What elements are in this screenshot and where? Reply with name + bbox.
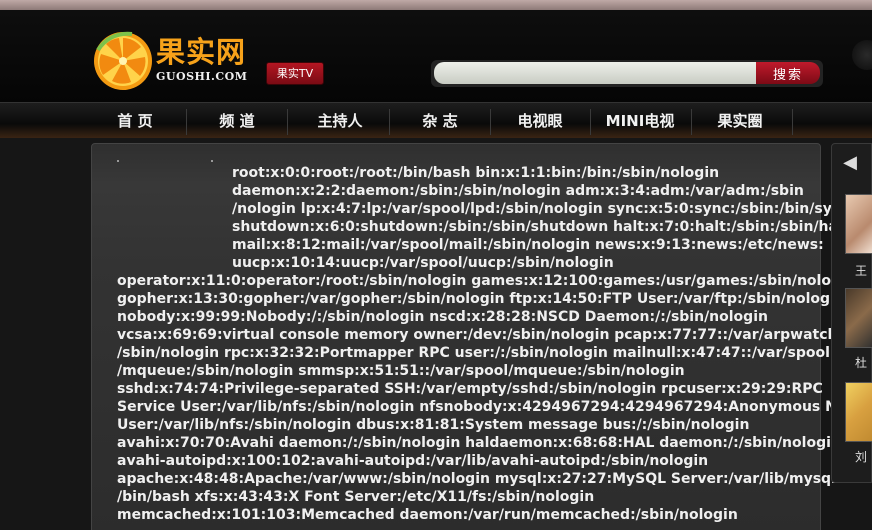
text-line: vcsa:x:69:69:virtual console memory owne… <box>117 327 844 343</box>
text-line: apache:x:48:48:Apache:/var/www:/sbin/nol… <box>117 471 842 487</box>
text-line: shutdown:x:6:0:shutdown:/sbin:/sbin/shut… <box>232 219 850 235</box>
nav-divider <box>389 109 390 135</box>
host-name-label[interactable]: 刘 <box>855 448 867 465</box>
chevron-left-icon[interactable]: ◀ <box>838 150 862 176</box>
main-nav: 首 页 频 道 主持人 杂 志 电视眼 MINI电视 果实圈 <box>0 102 872 138</box>
text-line: /nologin lp:x:4:7:lp:/var/spool/lpd:/sbi… <box>232 201 851 217</box>
search-button[interactable]: 搜索 <box>756 62 820 84</box>
page: 果实网 GUOSHI.COM 果实TV 搜索 首 页 频 道 主持人 杂 志 电… <box>0 0 872 530</box>
text-line: root:x:0:0:root:/root:/bin/bash bin:x:1:… <box>232 165 720 181</box>
nav-item-tv-eye[interactable]: 电视眼 <box>492 103 588 139</box>
text-line: User:/var/lib/nfs:/sbin/nologin dbus:x:8… <box>117 417 750 433</box>
site-logo-domain: GUOSHI.COM <box>156 70 248 83</box>
text-line: gopher:x:13:30:gopher:/var/gopher:/sbin/… <box>117 291 845 307</box>
nav-item-channels[interactable]: 频 道 <box>190 103 284 139</box>
site-logo-text[interactable]: 果实网 <box>156 38 246 67</box>
nav-item-home[interactable]: 首 页 <box>88 103 182 139</box>
passwd-dump-text: root:x:0:0:root:/root:/bin/bash bin:x:1:… <box>117 164 857 524</box>
nav-divider <box>186 109 187 135</box>
host-name-label[interactable]: 杜 <box>855 354 867 371</box>
text-line: sshd:x:74:74:Privilege-separated SSH:/va… <box>117 381 823 397</box>
text-line: avahi:x:70:70:Avahi daemon:/:/sbin/nolog… <box>117 435 841 451</box>
text-line: Service User:/var/lib/nfs:/sbin/nologin … <box>117 399 857 415</box>
host-thumbnail[interactable] <box>845 194 872 254</box>
nav-item-magazine[interactable]: 杂 志 <box>392 103 488 139</box>
search-input[interactable] <box>434 62 758 84</box>
orange-logo-icon[interactable] <box>90 30 156 92</box>
nav-divider <box>590 109 591 135</box>
broken-image-placeholder <box>117 160 213 162</box>
nav-divider <box>287 109 288 135</box>
text-line: /bin/bash xfs:x:43:43:X Font Server:/etc… <box>117 489 595 505</box>
guoshi-tv-button[interactable]: 果实TV <box>266 62 324 85</box>
text-line: avahi-autoipd:x:100:102:avahi-autoipd:/v… <box>117 453 709 469</box>
host-name-label[interactable]: 王 <box>855 262 867 279</box>
nav-item-guoshi-circle[interactable]: 果实圈 <box>692 103 788 139</box>
top-strip <box>0 0 872 10</box>
text-line: daemon:x:2:2:daemon:/sbin:/sbin/nologin … <box>232 183 804 199</box>
text-line: /sbin/nologin rpc:x:32:32:Portmapper RPC… <box>117 345 830 361</box>
host-thumbnail[interactable] <box>845 288 872 348</box>
nav-divider <box>490 109 491 135</box>
host-thumbnail[interactable] <box>845 382 872 442</box>
nav-item-hosts[interactable]: 主持人 <box>292 103 388 139</box>
text-line: mail:x:8:12:mail:/var/spool/mail:/sbin/n… <box>232 237 824 253</box>
text-line: memcached:x:101:103:Memcached daemon:/va… <box>117 507 738 523</box>
text-line: uucp:x:10:14:uucp:/var/spool/uucp:/sbin/… <box>232 255 614 271</box>
text-line: /mqueue:/sbin/nologin smmsp:x:51:51::/va… <box>117 363 685 379</box>
text-line: operator:x:11:0:operator:/root:/sbin/nol… <box>117 273 856 289</box>
text-line: nobody:x:99:99:Nobody:/:/sbin/nologin ns… <box>117 309 768 325</box>
nav-divider <box>792 109 793 135</box>
nav-item-mini-tv[interactable]: MINI电视 <box>592 103 688 139</box>
